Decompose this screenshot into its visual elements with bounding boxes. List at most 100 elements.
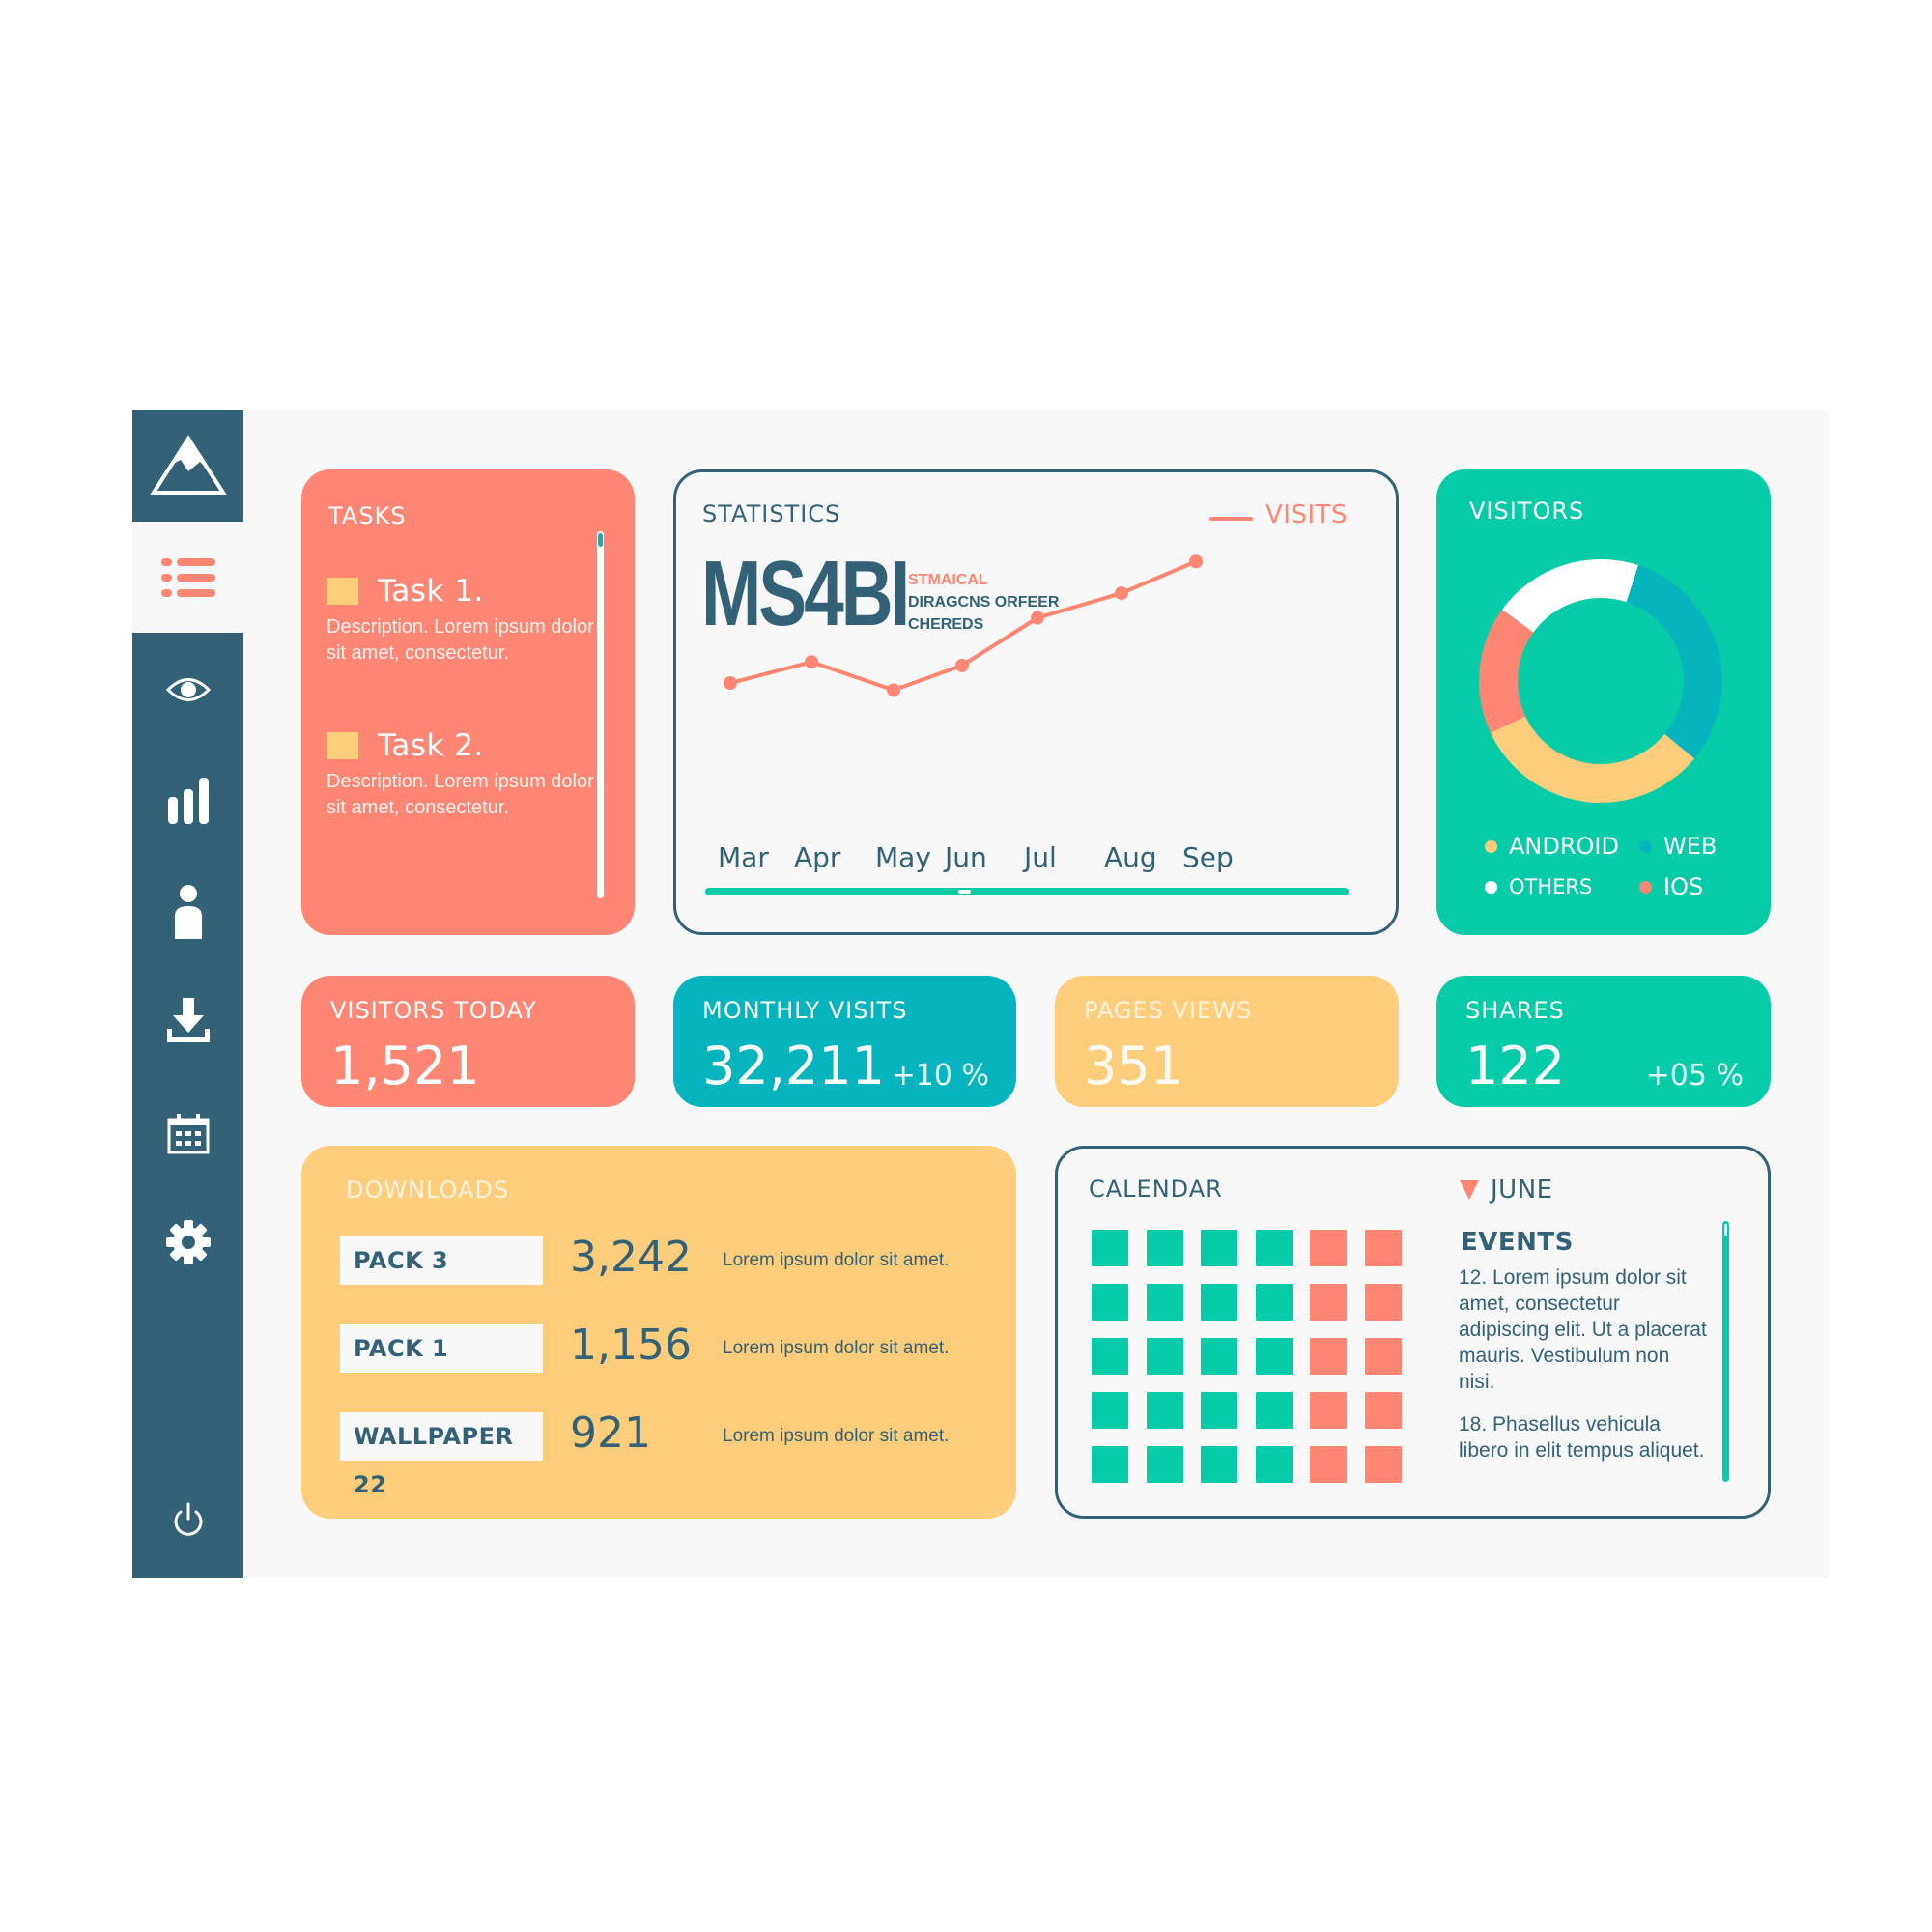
chart-scrollbar-thumb[interactable]	[958, 890, 971, 894]
calendar-day-cell[interactable]	[1146, 1284, 1183, 1321]
calendar-day-cell[interactable]	[1364, 1284, 1402, 1321]
task-item[interactable]: Task 1. Description. Lorem ipsum dolor s…	[327, 574, 597, 667]
calendar-day-cell[interactable]	[1092, 1392, 1128, 1429]
power-button[interactable]	[132, 1472, 243, 1569]
calendar-day-cell[interactable]	[1146, 1446, 1183, 1483]
calendar-day-cell[interactable]	[1310, 1446, 1348, 1483]
sidebar-item-downloads[interactable]	[132, 975, 243, 1071]
stat-title: VISITORS TODAY	[330, 997, 537, 1024]
calendar-day-cell[interactable]	[1255, 1446, 1293, 1483]
sidebar-item-settings[interactable]	[132, 1194, 243, 1291]
stat-card-shares[interactable]: SHARES 122 +05 %	[1436, 976, 1771, 1107]
calendar-day-cell[interactable]	[1255, 1392, 1293, 1429]
user-icon	[174, 885, 202, 939]
calendar-day-cell[interactable]	[1092, 1284, 1128, 1321]
calendar-day-cell[interactable]	[1092, 1338, 1128, 1375]
calendar-day-cell[interactable]	[1364, 1446, 1402, 1483]
downloads-title: DOWNLOADS	[346, 1177, 510, 1204]
events-scrollbar-thumb[interactable]	[1724, 1224, 1727, 1236]
sidebar	[132, 410, 243, 1578]
sidebar-item-statistics[interactable]	[132, 753, 243, 849]
statistics-card: STATISTICS VISITS MS4BI STMAICAL DIRAGCN…	[673, 469, 1399, 935]
download-name: PACK 1	[340, 1324, 543, 1373]
legend-item-android: ANDROID	[1485, 833, 1619, 860]
x-tick-label: May	[875, 841, 931, 873]
donut-chart	[1479, 559, 1722, 803]
stat-value: 351	[1084, 1036, 1184, 1096]
x-tick-label: Sep	[1182, 841, 1234, 873]
tasks-card: TASKS Task 1. Description. Lorem ipsum d…	[301, 469, 635, 935]
event-item[interactable]: 12. Lorem ipsum dolor sit amet, consecte…	[1459, 1264, 1710, 1395]
stat-title: PAGES VIEWS	[1084, 997, 1253, 1024]
stat-value: 1,521	[330, 1036, 480, 1096]
task-name: Task 1.	[378, 574, 484, 609]
events-scrollbar[interactable]	[1722, 1221, 1729, 1482]
task-description: Description. Lorem ipsum dolor sit amet,…	[327, 771, 594, 818]
sidebar-item-views[interactable]	[132, 641, 243, 738]
line-chart: Mar Apr May Jun Jul Aug Sep	[718, 554, 1234, 873]
data-point-aug	[1115, 586, 1128, 601]
stat-card-page-views[interactable]: PAGES VIEWS 351	[1055, 976, 1399, 1107]
calendar-day-cell[interactable]	[1364, 1338, 1402, 1375]
calendar-day-cell[interactable]	[1201, 1446, 1238, 1483]
calendar-day-cell[interactable]	[1255, 1230, 1293, 1266]
stat-card-monthly-visits[interactable]: MONTHLY VISITS 32,211 +10 %	[673, 976, 1016, 1107]
triangle-down-icon	[1460, 1180, 1479, 1200]
bar-chart-icon	[167, 778, 209, 824]
chart-scrollbar[interactable]	[705, 888, 1349, 895]
task-description: Description. Lorem ipsum dolor sit amet,…	[327, 616, 594, 664]
download-row[interactable]: PACK 3 3,242 Lorem ipsum dolor sit amet.	[340, 1233, 997, 1285]
download-description: Lorem ipsum dolor sit amet.	[723, 1426, 950, 1446]
legend-item-ios: IOS	[1639, 873, 1703, 900]
donut-segment-others	[1502, 559, 1638, 633]
calendar-day-cell[interactable]	[1201, 1338, 1238, 1375]
stat-title: MONTHLY VISITS	[702, 997, 908, 1024]
tasks-scrollbar-thumb[interactable]	[598, 533, 603, 547]
x-tick-label: Mar	[718, 841, 769, 873]
sidebar-item-calendar[interactable]	[132, 1086, 243, 1182]
sidebar-item-users[interactable]	[132, 864, 243, 960]
calendar-day-cell[interactable]	[1201, 1392, 1238, 1429]
download-count: 921	[570, 1408, 651, 1458]
task-item[interactable]: Task 2. Description. Lorem ipsum dolor s…	[327, 728, 597, 821]
calendar-day-cell[interactable]	[1310, 1284, 1348, 1321]
stat-card-visitors-today[interactable]: VISITORS TODAY 1,521	[301, 976, 635, 1107]
task-checkbox[interactable]	[327, 732, 358, 759]
calendar-day-cell[interactable]	[1310, 1392, 1348, 1429]
calendar-day-cell[interactable]	[1201, 1284, 1238, 1321]
visitors-title: VISITORS	[1469, 497, 1585, 525]
calendar-day-cell[interactable]	[1310, 1338, 1348, 1375]
calendar-day-cell[interactable]	[1146, 1230, 1183, 1266]
task-checkbox[interactable]	[327, 578, 358, 605]
calendar-day-cell[interactable]	[1310, 1230, 1348, 1266]
month-label: JUNE	[1491, 1176, 1553, 1205]
gear-icon	[165, 1220, 211, 1264]
calendar-day-cell[interactable]	[1092, 1446, 1128, 1483]
logo[interactable]	[132, 410, 243, 522]
legend-dot	[1485, 880, 1497, 894]
calendar-day-cell[interactable]	[1201, 1230, 1238, 1266]
calendar-day-cell[interactable]	[1255, 1284, 1293, 1321]
download-icon	[166, 998, 210, 1042]
data-point-jul	[1031, 611, 1044, 625]
calendar-day-cell[interactable]	[1092, 1230, 1128, 1266]
download-row[interactable]: PACK 1 1,156 Lorem ipsum dolor sit amet.	[340, 1321, 997, 1373]
calendar-day-cell[interactable]	[1146, 1392, 1183, 1429]
event-item[interactable]: 18. Phasellus vehicula libero in elit te…	[1459, 1411, 1710, 1463]
calendar-day-cell[interactable]	[1364, 1230, 1402, 1266]
calendar-title: CALENDAR	[1089, 1176, 1223, 1203]
stat-value: 32,211	[702, 1036, 885, 1096]
calendar-icon	[167, 1114, 209, 1154]
calendar-day-cell[interactable]	[1146, 1338, 1183, 1375]
tasks-scrollbar[interactable]	[597, 531, 604, 898]
stat-delta: +10 %	[891, 1059, 989, 1093]
donut-segment-ios	[1479, 609, 1534, 733]
legend-item-others: OTHERS	[1485, 875, 1592, 898]
sidebar-item-tasks[interactable]	[132, 522, 243, 633]
calendar-day-cell[interactable]	[1255, 1338, 1293, 1375]
stat-value: 122	[1465, 1036, 1566, 1096]
calendar-day-cell[interactable]	[1364, 1392, 1402, 1429]
list-icon	[160, 557, 215, 597]
download-row[interactable]: WALLPAPER 22 921 Lorem ipsum dolor sit a…	[340, 1408, 997, 1498]
month-selector[interactable]: JUNE	[1460, 1176, 1553, 1205]
